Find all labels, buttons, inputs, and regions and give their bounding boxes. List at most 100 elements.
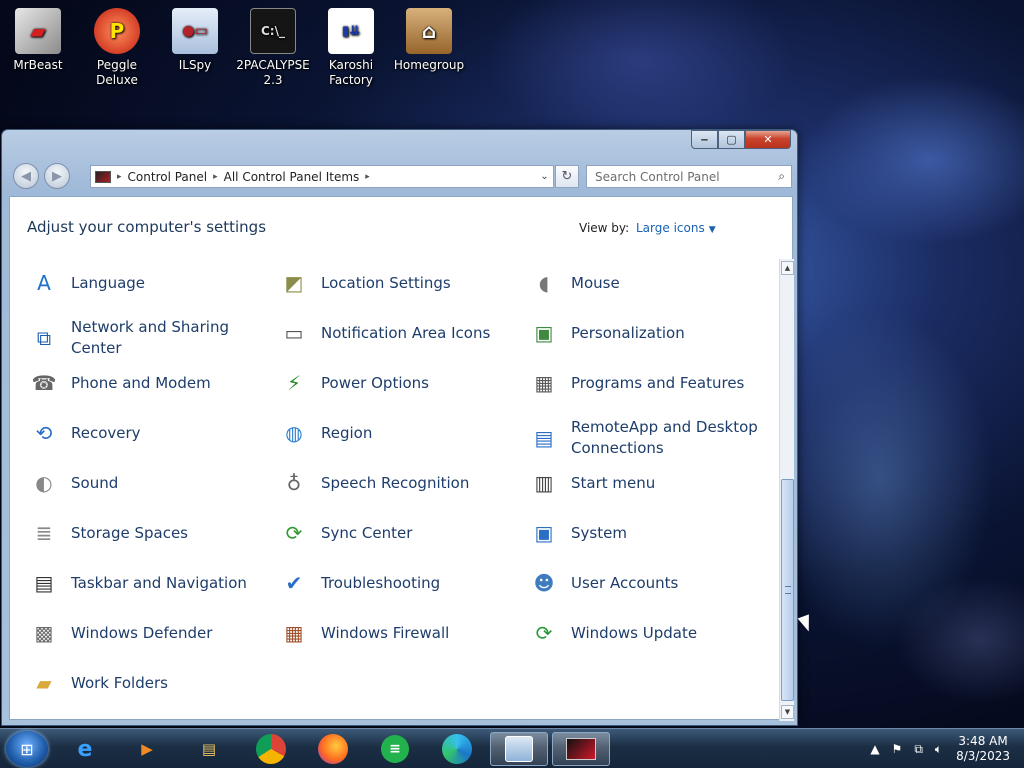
control-panel-item-label: Mouse [571,273,620,292]
taskbar-control-panel[interactable] [490,732,548,766]
search-icon[interactable]: ⌕ [778,169,785,184]
volume-icon[interactable]: 🔈︎ [935,742,942,757]
taskbar: ⊞ e ▶ ▤ ≡ ▲ ⚑ ⧉ 🔈︎ 3:48 AM 8/3/2023 [0,728,1024,768]
control-panel-item[interactable]: ⚡ Power Options [278,367,518,399]
address-dropdown-icon[interactable]: ⌄ [535,171,553,182]
system-icon: ▣ [534,521,554,545]
taskbar-spreadsheet[interactable]: ≡ [366,732,424,766]
desktop-icon-label: MrBeast [13,58,63,72]
clock-time: 3:48 AM [958,734,1008,748]
scroll-up-button[interactable]: ▲ [781,261,794,275]
sync-icon: ⟳ [285,521,303,545]
control-panel-item[interactable]: ☎ Phone and Modem [28,367,268,399]
control-panel-item[interactable]: A Language [28,267,268,299]
remoteapp-icon: ▤ [534,426,554,450]
windows-logo-icon: ⊞ [20,739,34,759]
network-icon[interactable]: ⧉ [914,742,923,757]
taskbar-firefox[interactable] [304,732,362,766]
control-panel-item[interactable]: ▰ Work Folders [28,667,268,699]
maximize-button[interactable]: ▢ [718,130,745,149]
close-button[interactable]: ✕ [745,130,791,149]
taskbar-chrome[interactable] [242,732,300,766]
control-panel-item-label: Language [71,273,146,292]
search-placeholder: Search Control Panel [595,169,720,184]
control-panel-item[interactable]: ▤ RemoteApp and Desktop Connections [528,417,768,459]
desktop-icon-karoshi[interactable]: ▮⇊ Karoshi Factory [314,0,388,88]
control-panel-item-label: Sync Center [321,523,413,542]
control-panel-item[interactable]: ▣ System [528,517,768,549]
view-by-value[interactable]: Large icons [636,221,705,235]
breadcrumb-all-items[interactable]: All Control Panel Items [218,170,366,184]
desktop-icon-mrbeast[interactable]: ▰ MrBeast [1,0,75,73]
taskbar-karoshi[interactable] [552,732,610,766]
search-input[interactable]: Search Control Panel ⌕ [586,165,792,188]
back-button[interactable]: ◀ [13,163,39,189]
control-panel-item[interactable]: ♁ Speech Recognition [278,467,518,499]
taskbar-media-center[interactable]: ▶ [118,732,176,766]
storage-icon: ≣ [35,521,53,545]
control-panel-item[interactable]: ◖ Mouse [528,267,768,299]
scroll-thumb[interactable] [781,479,794,701]
desktop-icon-label: Homegroup [393,58,465,72]
forward-button[interactable]: ▶ [44,163,70,189]
control-panel-item[interactable]: ☻ User Accounts [528,567,768,599]
programs-icon: ▦ [534,371,554,395]
microphone-icon: ♁ [286,471,302,495]
vertical-scrollbar[interactable]: ▲ ▼ [779,259,794,721]
control-panel-item[interactable]: ▤ Taskbar and Navigation [28,567,268,599]
start-button[interactable]: ⊞ [6,731,48,767]
control-panel-item[interactable]: ▦ Programs and Features [528,367,768,399]
minimize-button[interactable]: ‒ [691,130,718,149]
control-panel-item[interactable]: ≣ Storage Spaces [28,517,268,549]
taskbar-edge[interactable] [428,732,486,766]
control-panel-items: A Language ◩ Location Settings ◖ Mouse ⧉ Networ… [10,257,778,720]
action-center-flag-icon[interactable]: ⚑ [892,742,903,756]
terminal-icon: C:\_ [250,8,296,54]
control-panel-item[interactable]: ◐ Sound [28,467,268,499]
desktop-icon-peggle[interactable]: P Peggle Deluxe [80,0,154,88]
control-panel-item[interactable]: ▩ Windows Defender [28,617,268,649]
control-panel-item-label: Troubleshooting [321,573,441,592]
edge-icon [442,734,472,764]
control-panel-item-label: Location Settings [321,273,451,292]
control-panel-item[interactable]: ▣ Personalization [528,317,768,349]
view-by-dropdown[interactable]: Large icons ▼ [636,221,716,235]
control-panel-item[interactable]: ▦ Windows Firewall [278,617,518,649]
desktop-icon-2pacalypse[interactable]: C:\_ 2PACALYPSE 2.3 [236,0,310,88]
chrome-icon [256,734,286,764]
control-panel-item[interactable]: ▥ Start menu [528,467,768,499]
control-panel-item[interactable]: ◍ Region [278,417,518,449]
control-panel-item-label: Network and Sharing Center [71,318,229,357]
show-hidden-icons-icon[interactable]: ▲ [870,742,879,756]
control-panel-item-label: Speech Recognition [321,473,470,492]
clock[interactable]: 3:48 AM 8/3/2023 [956,734,1010,764]
control-panel-item-label: Notification Area Icons [321,323,491,342]
taskbar-file-explorer[interactable]: ▤ [180,732,238,766]
breadcrumb-separator-icon[interactable]: ▸ [365,172,370,182]
control-panel-item[interactable]: ⟲ Recovery [28,417,268,449]
control-panel-item[interactable]: ⟳ Windows Update [528,617,768,649]
page-title: Adjust your computer's settings [27,218,267,236]
window-controls: ‒ ▢ ✕ [691,130,791,149]
desktop-icon-homegroup[interactable]: ⌂ Homegroup [392,0,466,73]
scroll-down-button[interactable]: ▼ [781,705,794,719]
address-bar[interactable]: ▸ Control Panel ▸ All Control Panel Item… [90,165,554,188]
control-panel-item[interactable]: ◩ Location Settings [278,267,518,299]
karoshi-icon: ▮⇊ [328,8,374,54]
control-panel-item[interactable]: ▭ Notification Area Icons [278,317,518,349]
taskbar-internet-explorer[interactable]: e [56,732,114,766]
start-menu-icon: ▥ [534,471,554,495]
desktop-icon-ilspy[interactable]: ●▭ ILSpy [158,0,232,73]
control-panel-item-label: Phone and Modem [71,373,211,392]
chevron-down-icon[interactable]: ▼ [709,225,716,235]
breadcrumb-control-panel[interactable]: Control Panel [122,170,214,184]
refresh-button[interactable]: ↻ [555,165,579,188]
control-panel-item-label: Start menu [571,473,656,492]
users-icon: ☻ [533,571,555,595]
control-panel-item[interactable]: ⧉ Network and Sharing Center [28,317,268,359]
clock-date: 8/3/2023 [956,749,1010,763]
control-panel-item[interactable]: ⟳ Sync Center [278,517,518,549]
internet-explorer-icon: e [77,736,93,762]
control-panel-item[interactable]: ✔ Troubleshooting [278,567,518,599]
mouse-cursor-icon [797,614,815,634]
